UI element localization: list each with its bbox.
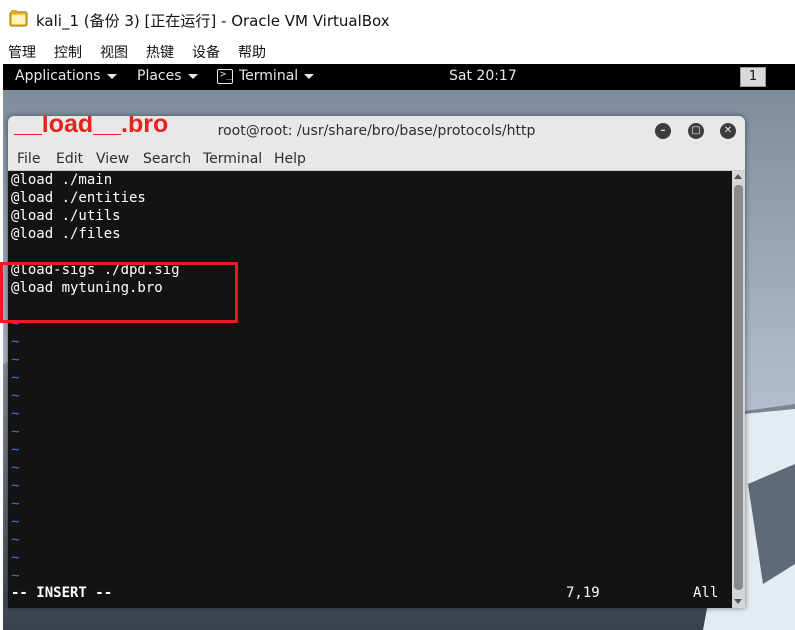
vim-empty-line-marker: ~ [11,334,20,350]
vim-empty-line-marker: ~ [11,424,20,440]
chevron-down-icon [106,73,117,79]
places-label: Places [137,68,182,84]
vim-line: @load ./entities [11,190,146,206]
minimize-button[interactable]: – [655,123,671,139]
top-panel: Applications Places >_ Terminal Sat 20:1… [3,64,795,90]
vim-line: @load ./utils [11,208,121,224]
vim-empty-line-marker: ~ [11,514,20,530]
menu-edit[interactable]: Edit [56,151,83,167]
vim-empty-line-marker: ~ [11,406,20,422]
vim-empty-line-marker: ~ [11,370,20,386]
workspace-indicator[interactable]: 1 [740,67,766,87]
close-icon: ✕ [723,125,733,136]
minimize-icon: – [660,125,666,136]
prompt-glyph: >_ [220,69,233,80]
vim-status-line: -- INSERT -- 7,19 All [8,585,732,603]
annotation-label: __load__.bro [14,116,169,138]
menu-view[interactable]: View [96,151,129,167]
highlight-annotation-box [0,262,238,323]
vim-empty-line-marker: ~ [11,532,20,548]
terminal-icon: >_ [217,69,233,84]
guest-screen: Applications Places >_ Terminal Sat 20:1… [3,64,795,630]
terminal-menubar: File Edit View Search Terminal Help [8,146,745,171]
close-button[interactable]: ✕ [720,123,736,139]
scroll-position: All [693,585,719,601]
panel-clock[interactable]: Sat 20:17 [449,68,517,84]
vim-empty-line-marker: ~ [11,496,20,512]
vim-empty-line-marker: ~ [11,388,20,404]
vim-empty-line-marker: ~ [11,352,20,368]
menu-help[interactable]: Help [274,151,306,167]
virtualbox-icon [9,10,28,27]
scroll-down-icon[interactable] [734,599,742,604]
vim-empty-line-marker: ~ [11,442,20,458]
terminal-label: Terminal [239,68,299,84]
menu-search[interactable]: Search [143,151,191,167]
maximize-icon: □ [691,125,701,136]
vim-empty-line-marker: ~ [11,460,20,476]
scroll-up-icon[interactable] [734,174,742,179]
vim-empty-line-marker: ~ [11,550,20,566]
vim-line: @load ./files [11,226,121,242]
host-menu-manage[interactable]: 管理 [8,42,36,62]
terminal-scrollbar[interactable] [732,171,745,608]
terminal-app-menu[interactable]: Terminal [239,68,315,84]
places-menu[interactable]: Places [137,68,198,84]
vim-empty-line-marker: ~ [11,478,20,494]
vim-line: @load ./main [11,172,113,188]
host-menu-help[interactable]: 帮助 [238,42,266,62]
terminal-window: root@root: /usr/share/bro/base/protocols… [8,116,745,608]
vim-mode-indicator: -- INSERT -- [11,585,113,601]
host-titlebar: kali_1 (备份 3) [正在运行] - Oracle VM Virtual… [0,0,795,38]
menu-terminal[interactable]: Terminal [203,151,262,167]
chevron-down-icon [187,73,198,79]
scrollbar-thumb[interactable] [734,185,743,590]
applications-label: Applications [15,68,101,84]
menu-file[interactable]: File [17,151,40,167]
host-menu-view[interactable]: 视图 [100,42,128,62]
chevron-down-icon [304,73,315,79]
cursor-position: 7,19 [566,585,600,601]
vim-empty-line-marker: ~ [11,568,20,584]
maximize-button[interactable]: □ [688,123,704,139]
terminal-titlebar[interactable]: root@root: /usr/share/bro/base/protocols… [8,116,745,146]
host-menu-hotkeys[interactable]: 热键 [146,42,174,62]
applications-menu[interactable]: Applications [15,68,117,84]
host-menu-control[interactable]: 控制 [54,42,82,62]
host-menubar: 管理 控制 视图 热键 设备 帮助 [0,38,795,64]
terminal-body[interactable]: @load ./main @load ./entities @load ./ut… [8,171,732,608]
host-window-title: kali_1 (备份 3) [正在运行] - Oracle VM Virtual… [36,12,390,30]
host-menu-devices[interactable]: 设备 [192,42,220,62]
